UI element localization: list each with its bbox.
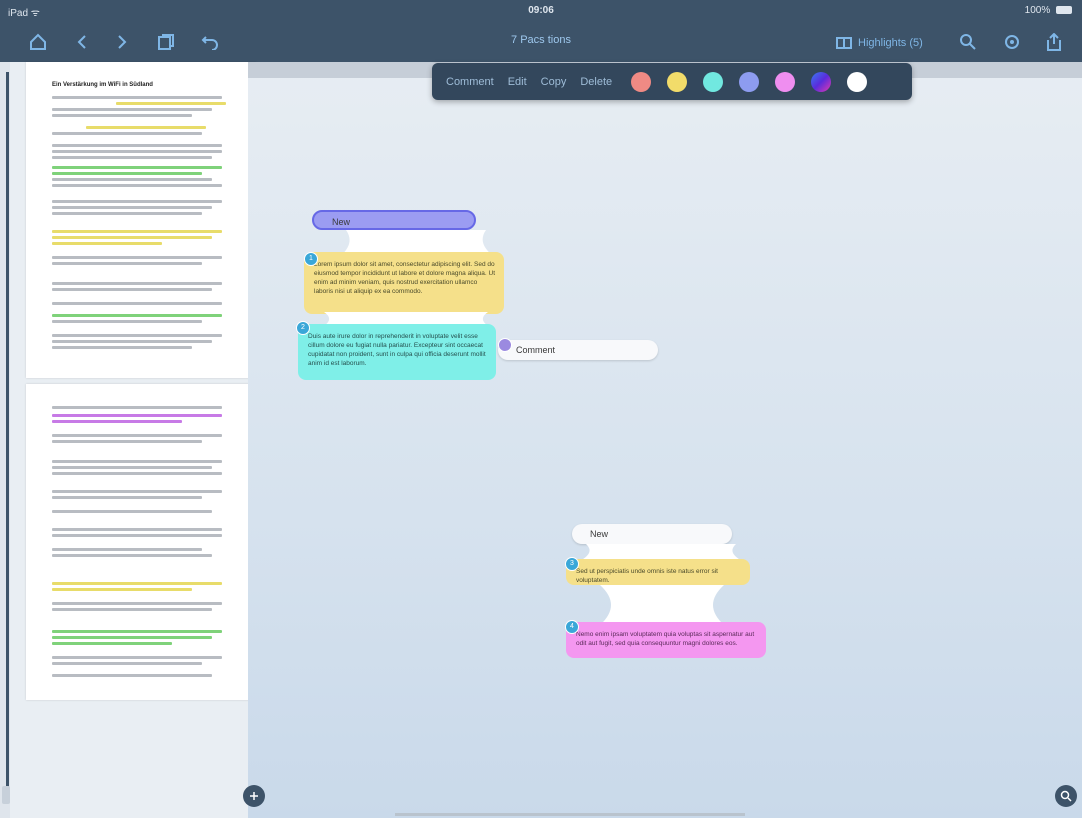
highlights-icon <box>836 37 852 49</box>
highlight-card-text: Sed ut perspiciatis unde omnis iste natu… <box>576 568 718 584</box>
pdf-thumbnail-panel[interactable]: Ein Verstärkung im WiFi in Südland <box>10 62 256 818</box>
mindmap-canvas[interactable] <box>248 62 1082 818</box>
comment-menu-item[interactable]: Comment <box>432 76 501 88</box>
mindmap-node-new[interactable]: New <box>312 210 476 230</box>
highlight-card-yellow[interactable]: Lorem ipsum dolor sit amet, consectetur … <box>304 252 504 314</box>
highlights-button[interactable]: Highlights (5) <box>836 33 923 53</box>
highlight-badge: 2 <box>296 321 310 335</box>
pdf-page-2[interactable] <box>26 384 256 700</box>
color-swatch-gradient[interactable] <box>811 71 832 92</box>
collapse-panel-button[interactable] <box>243 785 265 807</box>
highlight-card-text: Lorem ipsum dolor sit amet, consectetur … <box>314 261 496 295</box>
collapse-icon <box>250 792 258 800</box>
highlight-card-yellow-2[interactable]: Sed ut perspiciatis unde omnis iste natu… <box>566 559 750 585</box>
highlight-card-cyan[interactable]: Duis aute irure dolor in reprehenderit i… <box>298 324 496 380</box>
pages-icon[interactable] <box>154 30 178 54</box>
node-connector <box>600 585 724 625</box>
toolbar: 7 Pacs tions Highlights (5) <box>0 22 1082 62</box>
color-swatch-pink[interactable] <box>775 71 796 92</box>
battery-percent: 100% <box>1024 5 1053 16</box>
pdf-page-title: Ein Verstärkung im WiFi in Südland <box>52 82 153 88</box>
edit-menu-item[interactable]: Edit <box>501 76 534 88</box>
highlight-card-text: Nemo enim ipsam voluptatem quia voluptas… <box>576 631 755 647</box>
highlight-badge: 4 <box>565 620 579 634</box>
status-bar: iPad ᯤ 09:06 100% <box>0 0 1082 22</box>
delete-menu-item[interactable]: Delete <box>573 76 619 88</box>
copy-menu-item[interactable]: Copy <box>534 76 574 88</box>
battery-status: 100% <box>1025 5 1072 16</box>
undo-icon[interactable] <box>198 30 222 54</box>
comment-badge <box>498 338 512 352</box>
highlight-badge: 1 <box>304 252 318 266</box>
comment-node[interactable]: Comment <box>498 340 658 360</box>
highlight-badge: 3 <box>565 557 579 571</box>
color-swatch-cyan[interactable] <box>703 71 724 92</box>
zoom-icon <box>1060 790 1072 802</box>
status-time: 09:06 <box>528 5 554 16</box>
scroll-handle[interactable] <box>2 786 10 804</box>
highlights-label: Highlights (5) <box>858 37 923 49</box>
highlight-card-text: Duis aute irure dolor in reprehenderit i… <box>308 333 486 367</box>
zoom-button[interactable] <box>1055 785 1077 807</box>
settings-icon[interactable] <box>1000 30 1024 54</box>
highlight-card-pink[interactable]: Nemo enim ipsam voluptatem quia voluptas… <box>566 622 766 658</box>
scroll-rail[interactable] <box>0 62 10 818</box>
battery-icon <box>1056 6 1072 15</box>
home-icon[interactable] <box>26 30 50 54</box>
share-icon[interactable] <box>1042 30 1066 54</box>
color-swatch-blue[interactable] <box>739 71 760 92</box>
pdf-page-1[interactable]: Ein Verstärkung im WiFi in Südland <box>26 62 256 378</box>
search-icon[interactable] <box>956 30 980 54</box>
back-arrow-icon[interactable] <box>70 30 94 54</box>
mindmap-node-new-2[interactable]: New <box>572 524 732 544</box>
forward-arrow-icon[interactable] <box>110 30 134 54</box>
scroll-track <box>6 72 9 787</box>
color-swatch-red[interactable] <box>631 71 652 92</box>
color-swatch-yellow[interactable] <box>667 71 688 92</box>
color-swatch-white[interactable] <box>847 71 868 92</box>
context-menu: Comment Edit Copy Delete <box>432 63 912 100</box>
home-indicator <box>395 813 745 816</box>
